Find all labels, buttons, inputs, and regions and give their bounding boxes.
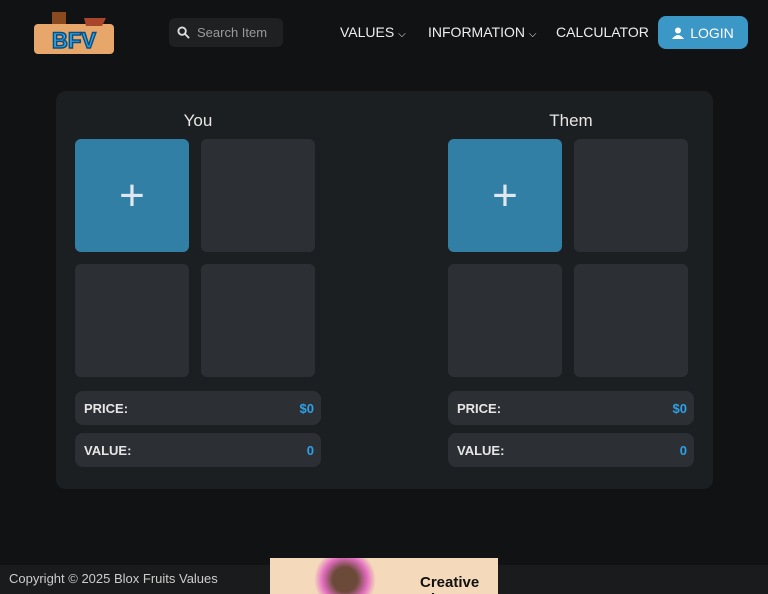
add-item-button[interactable]: + [448, 139, 562, 252]
you-side: You + PRICE: $0 VALUE: 0 [75, 91, 321, 467]
item-slot[interactable] [201, 264, 315, 377]
add-item-button[interactable]: + [75, 139, 189, 252]
search-input[interactable]: Search Item [169, 18, 283, 47]
them-title: Them [549, 111, 593, 130]
price-label: PRICE: [457, 400, 502, 416]
login-button[interactable]: LOGIN [658, 16, 748, 49]
item-slot[interactable] [201, 139, 315, 252]
search-placeholder: Search Item [197, 25, 268, 40]
you-price: PRICE: $0 [75, 391, 321, 425]
menu-values[interactable]: VALUES ⌵ [340, 24, 406, 40]
menu-values-label: VALUES [340, 24, 395, 40]
value-value: 0 [306, 442, 314, 458]
user-icon [672, 27, 685, 39]
ad-image [310, 558, 380, 594]
copyright-text: Copyright © 2025 Blox Fruits Values [9, 571, 218, 586]
search-icon [177, 26, 190, 39]
price-value: $0 [672, 400, 687, 416]
item-slot[interactable] [75, 264, 189, 377]
item-slot[interactable] [448, 264, 562, 377]
advertisement[interactable]: Creative Cl [270, 558, 498, 594]
menu-calculator[interactable]: CALCULATOR [556, 24, 649, 40]
plus-icon: + [492, 170, 518, 220]
menu-information[interactable]: INFORMATION ⌵ [428, 24, 536, 40]
chevron-down-icon: ⌵ [398, 29, 406, 40]
value-label: VALUE: [457, 442, 505, 458]
value-value: 0 [679, 442, 687, 458]
item-slot[interactable] [574, 264, 688, 377]
plus-icon: + [119, 170, 145, 220]
them-price: PRICE: $0 [448, 391, 694, 425]
ad-text: Creative Cl [420, 574, 480, 594]
you-title: You [183, 111, 213, 130]
chevron-down-icon: ⌵ [528, 29, 537, 40]
trade-panel: You + PRICE: $0 VALUE: 0 Them + PRICE: $0 V… [56, 91, 713, 489]
them-value: VALUE: 0 [448, 433, 694, 467]
logo[interactable]: BFV [32, 10, 116, 58]
svg-text:BFV: BFV [52, 28, 96, 53]
item-slot[interactable] [574, 139, 688, 252]
login-label: LOGIN [690, 24, 734, 41]
navbar: BFV Search Item VALUES ⌵ INFORMATION ⌵ C… [0, 0, 768, 64]
you-value: VALUE: 0 [75, 433, 321, 467]
price-label: PRICE: [84, 400, 129, 416]
menu-information-label: INFORMATION [428, 24, 525, 40]
value-label: VALUE: [84, 442, 132, 458]
price-value: $0 [299, 400, 314, 416]
them-side: Them + PRICE: $0 VALUE: 0 [448, 91, 694, 467]
